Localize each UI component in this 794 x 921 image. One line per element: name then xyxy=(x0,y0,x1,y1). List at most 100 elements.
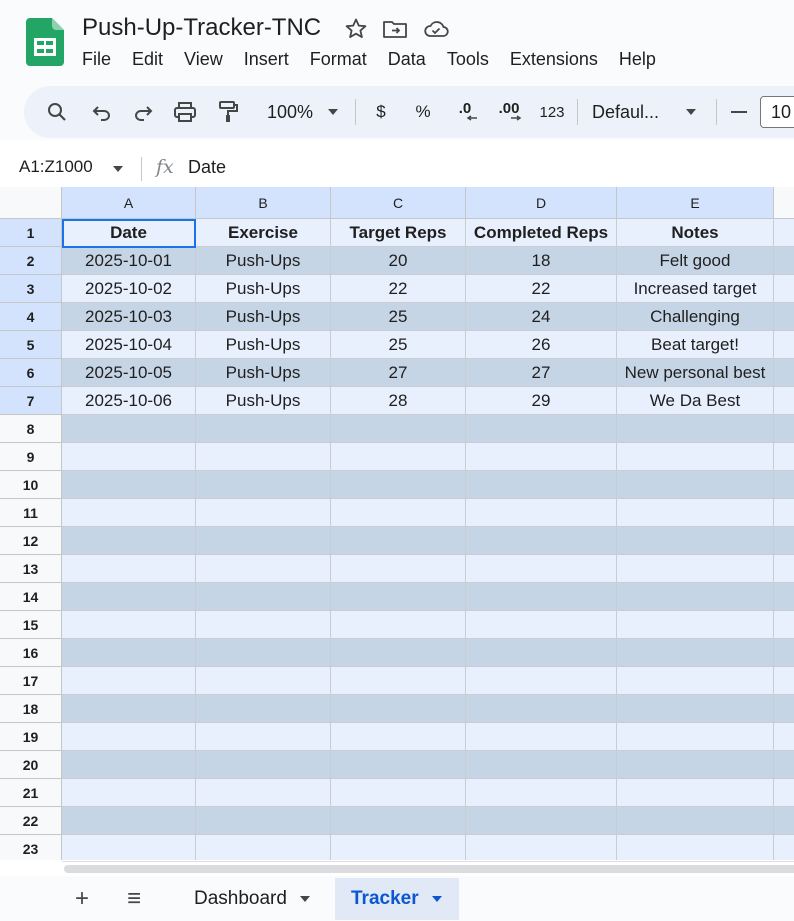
formula-input[interactable]: Date xyxy=(188,157,226,178)
row-header-22[interactable]: 22 xyxy=(0,807,62,835)
empty-cell[interactable] xyxy=(774,555,794,583)
empty-cell[interactable] xyxy=(617,527,774,555)
table-cell[interactable]: 27 xyxy=(466,359,617,387)
table-cell[interactable]: 20 xyxy=(331,247,466,275)
redo-icon[interactable] xyxy=(128,86,158,138)
column-header-d[interactable]: D xyxy=(466,187,617,219)
empty-cell[interactable] xyxy=(331,835,466,860)
empty-cell[interactable] xyxy=(196,583,331,611)
all-sheets-button[interactable]: ≡ xyxy=(119,884,149,914)
table-cell[interactable]: 29 xyxy=(466,387,617,415)
empty-cell[interactable] xyxy=(331,583,466,611)
currency-button[interactable]: $ xyxy=(368,86,394,138)
table-cell[interactable]: 2025-10-05 xyxy=(62,359,196,387)
row-header-19[interactable]: 19 xyxy=(0,723,62,751)
row-header-20[interactable]: 20 xyxy=(0,751,62,779)
name-box-caret-icon[interactable] xyxy=(112,165,124,173)
empty-cell[interactable] xyxy=(774,471,794,499)
empty-cell[interactable] xyxy=(62,583,196,611)
table-cell[interactable]: 22 xyxy=(331,275,466,303)
empty-cell[interactable] xyxy=(617,835,774,860)
table-cell[interactable]: 25 xyxy=(331,331,466,359)
empty-cell[interactable] xyxy=(617,667,774,695)
empty-cell[interactable] xyxy=(62,471,196,499)
empty-cell[interactable] xyxy=(62,527,196,555)
empty-cell[interactable] xyxy=(466,443,617,471)
empty-cell[interactable] xyxy=(774,219,794,247)
empty-cell[interactable] xyxy=(196,415,331,443)
empty-cell[interactable] xyxy=(62,723,196,751)
zoom-select[interactable]: 100% xyxy=(258,86,322,138)
empty-cell[interactable] xyxy=(774,779,794,807)
table-cell[interactable]: Challenging xyxy=(617,303,774,331)
search-icon[interactable] xyxy=(42,86,72,138)
table-cell[interactable]: Beat target! xyxy=(617,331,774,359)
table-cell[interactable]: 25 xyxy=(331,303,466,331)
percent-button[interactable]: % xyxy=(410,86,436,138)
table-cell[interactable]: Push-Ups xyxy=(196,247,331,275)
empty-cell[interactable] xyxy=(62,779,196,807)
empty-cell[interactable] xyxy=(774,723,794,751)
table-cell[interactable]: New personal best xyxy=(617,359,774,387)
empty-cell[interactable] xyxy=(774,359,794,387)
empty-cell[interactable] xyxy=(617,583,774,611)
table-cell[interactable]: Push-Ups xyxy=(196,331,331,359)
decrease-font-size-icon[interactable] xyxy=(727,86,751,138)
row-header-15[interactable]: 15 xyxy=(0,611,62,639)
empty-cell[interactable] xyxy=(196,499,331,527)
menu-extensions[interactable]: Extensions xyxy=(510,49,598,70)
column-header-b[interactable]: B xyxy=(196,187,331,219)
empty-cell[interactable] xyxy=(331,443,466,471)
empty-cell[interactable] xyxy=(617,779,774,807)
table-cell[interactable]: 2025-10-04 xyxy=(62,331,196,359)
menu-view[interactable]: View xyxy=(184,49,223,70)
menu-format[interactable]: Format xyxy=(310,49,367,70)
header-cell[interactable]: Notes xyxy=(617,219,774,247)
row-header-5[interactable]: 5 xyxy=(0,331,62,359)
empty-cell[interactable] xyxy=(62,499,196,527)
row-header-8[interactable]: 8 xyxy=(0,415,62,443)
empty-cell[interactable] xyxy=(774,807,794,835)
table-cell[interactable]: Increased target xyxy=(617,275,774,303)
sheets-logo-icon[interactable] xyxy=(26,18,64,66)
row-header-9[interactable]: 9 xyxy=(0,443,62,471)
table-cell[interactable]: 26 xyxy=(466,331,617,359)
empty-cell[interactable] xyxy=(774,303,794,331)
empty-cell[interactable] xyxy=(196,695,331,723)
empty-cell[interactable] xyxy=(617,415,774,443)
row-header-6[interactable]: 6 xyxy=(0,359,62,387)
empty-cell[interactable] xyxy=(196,667,331,695)
empty-cell[interactable] xyxy=(331,415,466,443)
header-cell[interactable]: Exercise xyxy=(196,219,331,247)
empty-cell[interactable] xyxy=(617,611,774,639)
scrollbar-thumb[interactable] xyxy=(64,865,794,873)
empty-cell[interactable] xyxy=(331,807,466,835)
menu-file[interactable]: File xyxy=(82,49,111,70)
empty-cell[interactable] xyxy=(331,751,466,779)
empty-cell[interactable] xyxy=(774,639,794,667)
empty-cell[interactable] xyxy=(466,751,617,779)
empty-cell[interactable] xyxy=(774,415,794,443)
paint-format-icon[interactable] xyxy=(213,86,243,138)
empty-cell[interactable] xyxy=(617,443,774,471)
empty-cell[interactable] xyxy=(466,695,617,723)
empty-cell[interactable] xyxy=(466,611,617,639)
column-header[interactable] xyxy=(774,187,794,219)
table-cell[interactable]: 2025-10-03 xyxy=(62,303,196,331)
empty-cell[interactable] xyxy=(617,499,774,527)
tab-caret-icon[interactable] xyxy=(299,895,311,903)
table-cell[interactable]: 24 xyxy=(466,303,617,331)
empty-cell[interactable] xyxy=(466,639,617,667)
empty-cell[interactable] xyxy=(617,751,774,779)
empty-cell[interactable] xyxy=(331,555,466,583)
empty-cell[interactable] xyxy=(62,751,196,779)
empty-cell[interactable] xyxy=(62,807,196,835)
empty-cell[interactable] xyxy=(774,751,794,779)
row-header-4[interactable]: 4 xyxy=(0,303,62,331)
row-header-18[interactable]: 18 xyxy=(0,695,62,723)
table-cell[interactable]: Push-Ups xyxy=(196,303,331,331)
number-format-button[interactable]: 123 xyxy=(534,86,570,138)
empty-cell[interactable] xyxy=(466,583,617,611)
empty-cell[interactable] xyxy=(774,527,794,555)
empty-cell[interactable] xyxy=(774,835,794,860)
